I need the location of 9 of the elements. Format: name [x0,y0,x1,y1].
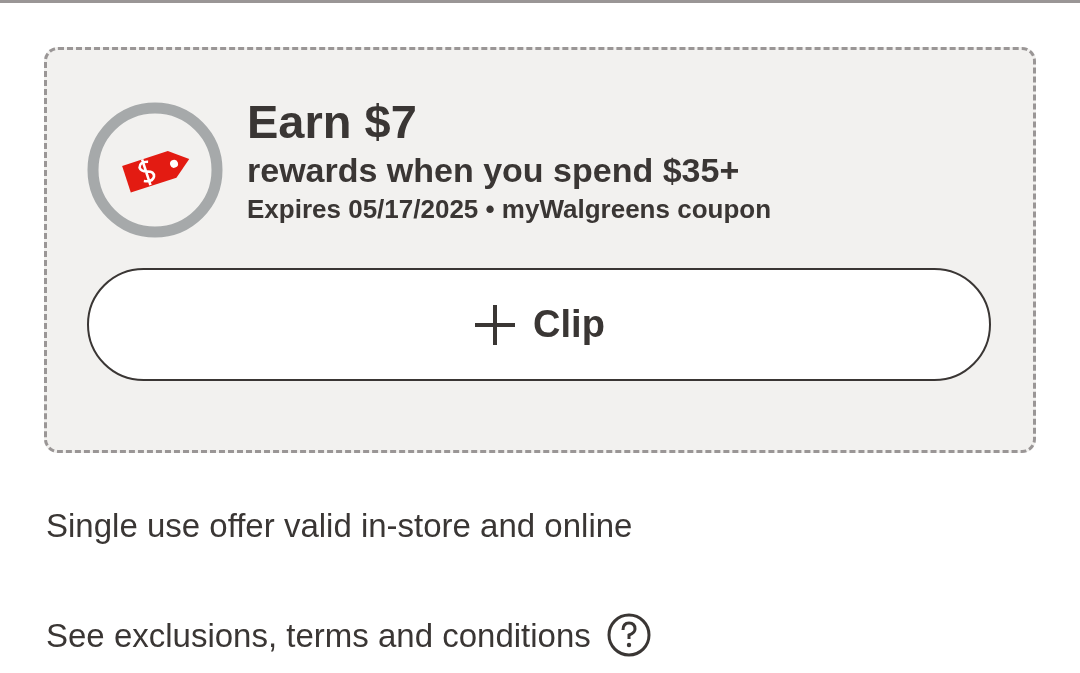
expiry-text: Expires 05/17/2025 • myWalgreens coupon [247,192,772,226]
clip-button[interactable]: Clip [87,268,991,381]
offer-subtitle: rewards when you spend $35+ [247,149,741,191]
offer-detail-text: Single use offer valid in-store and online [46,506,634,546]
price-tag-icon [87,102,223,238]
terms-link[interactable]: See exclusions, terms and conditions [46,610,591,660]
plus-icon [473,302,518,347]
help-icon[interactable] [606,613,651,658]
offer-title: Earn $7 [247,96,418,148]
